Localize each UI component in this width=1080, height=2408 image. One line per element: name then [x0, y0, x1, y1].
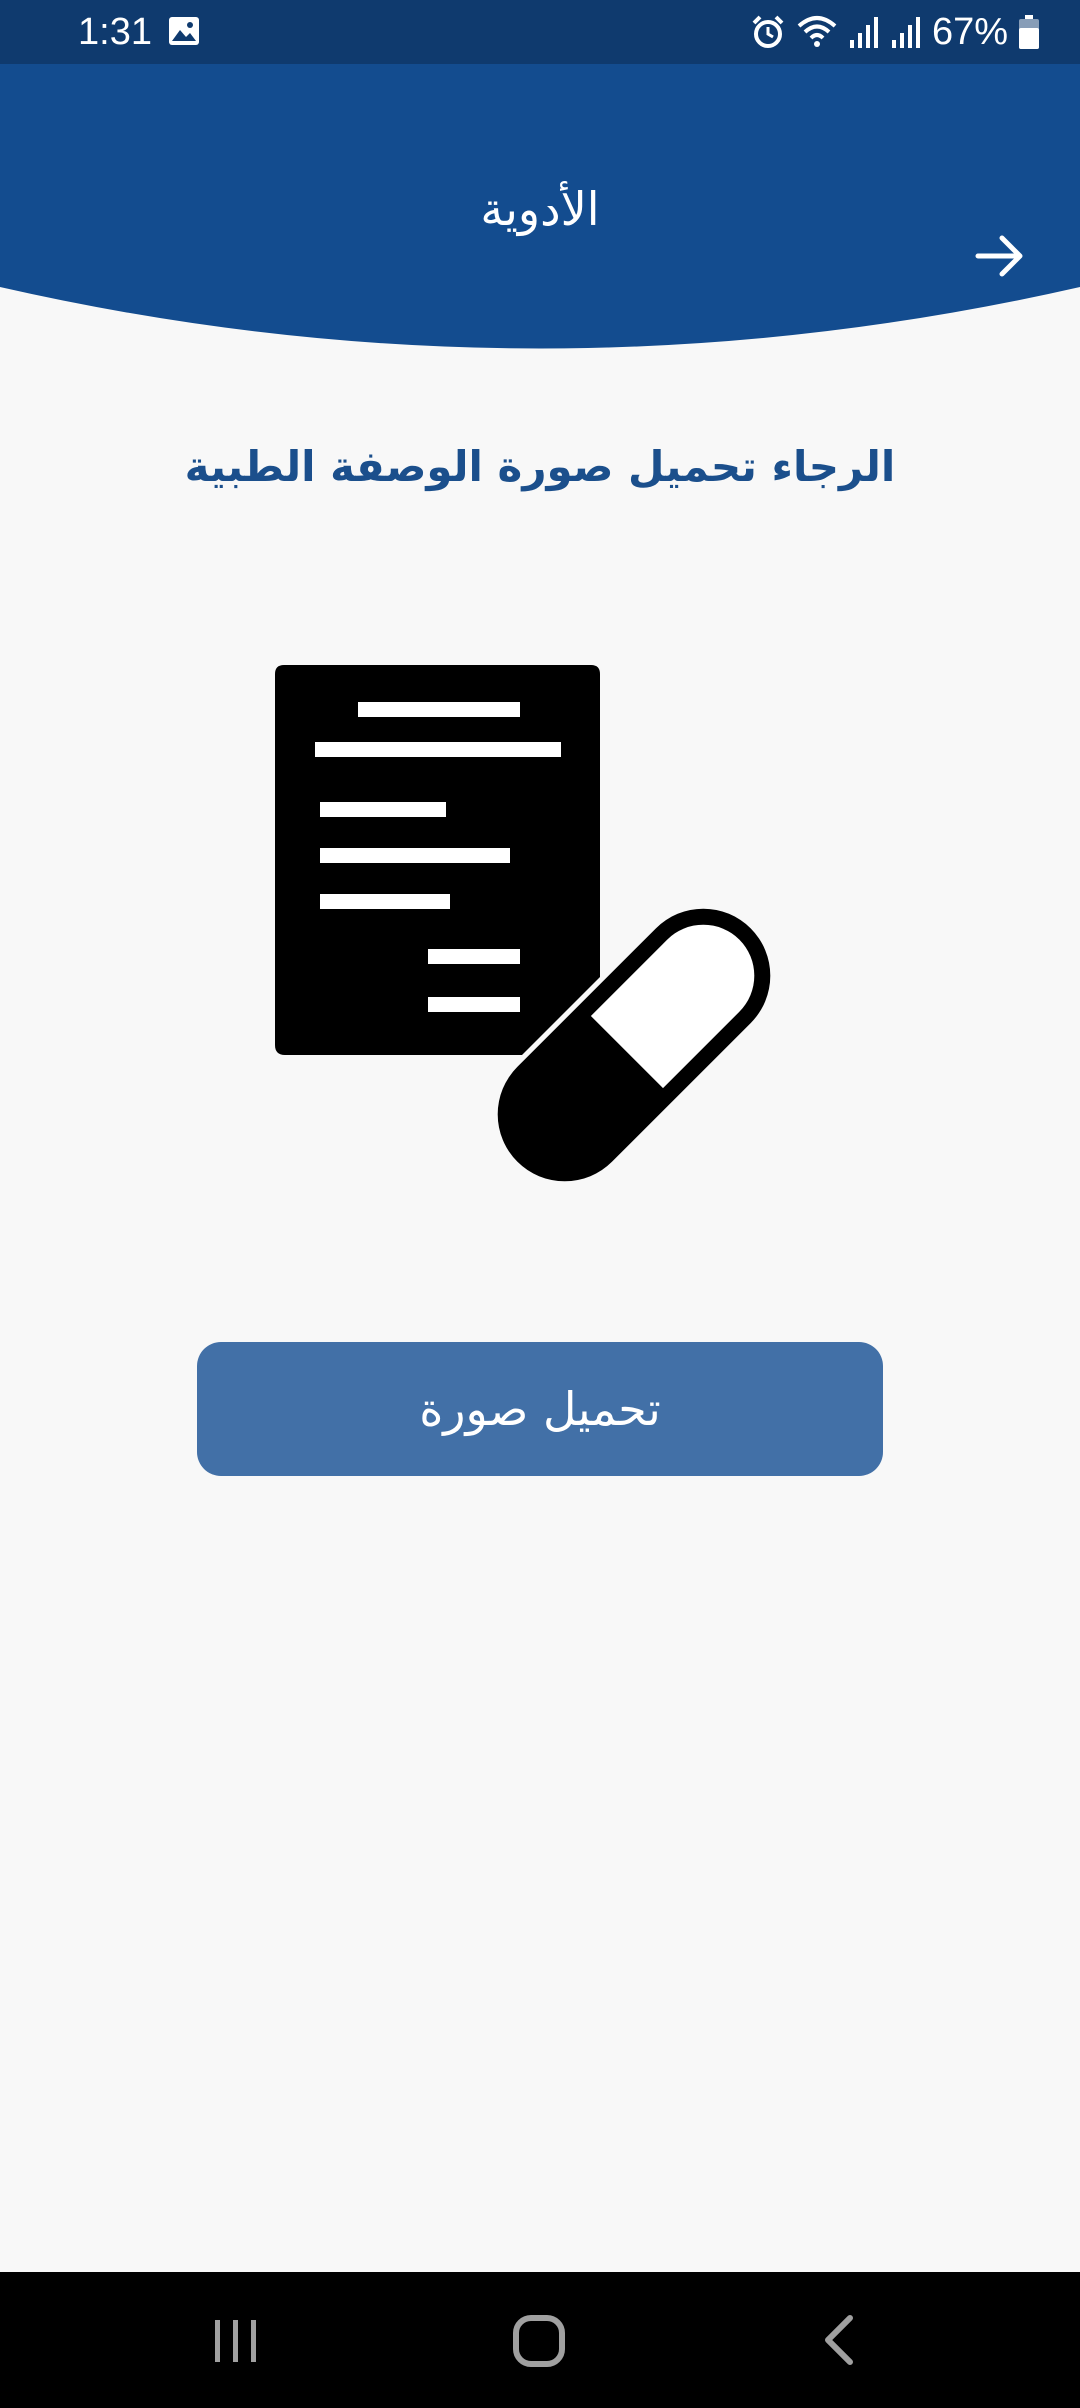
upload-instruction: الرجاء تحميل صورة الوصفة الطبية: [184, 442, 896, 491]
back-icon[interactable]: [800, 2300, 880, 2380]
alarm-icon: [752, 15, 784, 48]
signal-icon: [891, 17, 920, 48]
arrow-right-icon[interactable]: [960, 216, 1040, 296]
page-title: الأدوية: [480, 182, 600, 236]
app-header: الأدوية: [0, 64, 1080, 364]
home-icon[interactable]: [500, 2300, 580, 2380]
screen: 1:31 67% الأدوية الرجاء تحميل صورة الوصف…: [0, 0, 1080, 2408]
gallery-icon: [169, 17, 199, 45]
status-time: 1:31: [78, 11, 152, 53]
upload-image-button[interactable]: تحميل صورة: [197, 1342, 883, 1476]
battery-percent: 67%: [931, 11, 1008, 53]
signal-icon: [849, 17, 878, 48]
status-bar: 1:31 67%: [0, 0, 1080, 64]
status-icons: 67%: [750, 10, 1040, 54]
system-nav-bar: [0, 2272, 1080, 2408]
recents-icon[interactable]: [196, 2300, 276, 2380]
wifi-icon: [797, 16, 837, 47]
prescription-pill-icon: [275, 665, 771, 1182]
battery-icon: [1019, 15, 1039, 49]
